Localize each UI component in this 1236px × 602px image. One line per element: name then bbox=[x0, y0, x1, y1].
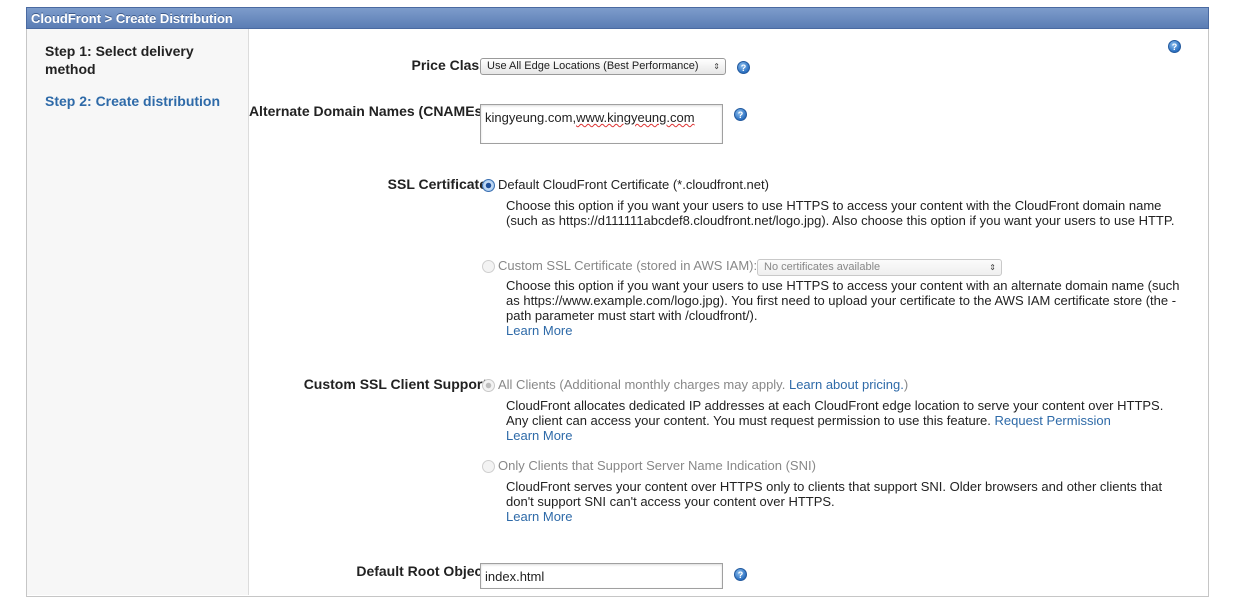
sni-learn-more-link[interactable]: Learn More bbox=[506, 509, 572, 524]
ssl-default-radio[interactable] bbox=[482, 179, 495, 192]
select-arrows-icon: ⇕ bbox=[989, 263, 996, 272]
request-permission-link[interactable]: Request Permission bbox=[995, 413, 1111, 428]
cnames-help-icon[interactable]: ? bbox=[734, 108, 747, 121]
learn-about-pricing-link[interactable]: Learn about pricing. bbox=[789, 377, 904, 392]
cnames-value-misspelled: www.kingyeung.com bbox=[576, 110, 695, 125]
cnames-value-prefix: kingyeung.com, bbox=[485, 110, 577, 125]
page-title: CloudFront > Create Distribution bbox=[31, 11, 233, 26]
ssl-custom-radio[interactable] bbox=[482, 260, 495, 273]
sni-clients-option-label[interactable]: Only Clients that Support Server Name In… bbox=[498, 458, 816, 474]
price-class-label: Price Class bbox=[411, 57, 488, 73]
page-help-icon[interactable]: ? bbox=[1168, 40, 1181, 53]
all-clients-option-label: All Clients (Additional monthly charges … bbox=[498, 377, 786, 392]
all-clients-radio[interactable] bbox=[482, 379, 495, 392]
sidebar-step-select-delivery[interactable]: Step 1: Select delivery method bbox=[45, 42, 235, 78]
cnames-textarea[interactable]: kingyeung.com,www.kingyeung.com bbox=[480, 104, 723, 144]
price-class-select[interactable]: Use All Edge Locations (Best Performance… bbox=[480, 58, 726, 75]
wizard-sidebar: Step 1: Select delivery method Step 2: C… bbox=[27, 29, 249, 595]
sni-clients-description-text: CloudFront serves your content over HTTP… bbox=[506, 479, 1163, 509]
price-class-value: Use All Edge Locations (Best Performance… bbox=[487, 60, 699, 72]
sidebar-step-create-distribution[interactable]: Step 2: Create distribution bbox=[45, 92, 235, 110]
price-class-help-icon[interactable]: ? bbox=[737, 61, 750, 74]
ssl-custom-description: Choose this option if you want your user… bbox=[506, 278, 1191, 338]
ssl-learn-more-link[interactable]: Learn More bbox=[506, 323, 572, 338]
page-header: CloudFront > Create Distribution bbox=[26, 7, 1209, 29]
ssl-custom-cert-select[interactable]: No certificates available ⇕ bbox=[757, 259, 1002, 276]
ssl-custom-cert-value: No certificates available bbox=[764, 261, 881, 273]
client-support-label: Custom SSL Client Support bbox=[303, 376, 487, 392]
ssl-custom-description-text: Choose this option if you want your user… bbox=[506, 278, 1180, 323]
all-clients-description: CloudFront allocates dedicated IP addres… bbox=[506, 398, 1176, 443]
cnames-label: Alternate Domain Names (CNAMEs) bbox=[248, 103, 487, 119]
sni-clients-radio[interactable] bbox=[482, 460, 495, 473]
ssl-custom-option-label[interactable]: Custom SSL Certificate (stored in AWS IA… bbox=[498, 258, 757, 274]
select-arrows-icon: ⇕ bbox=[713, 62, 720, 71]
root-object-input[interactable]: index.html bbox=[480, 563, 723, 589]
all-clients-option-close: ) bbox=[903, 377, 909, 392]
all-clients-option[interactable]: All Clients (Additional monthly charges … bbox=[498, 377, 908, 393]
all-clients-learn-more-link[interactable]: Learn More bbox=[506, 428, 572, 443]
root-object-help-icon[interactable]: ? bbox=[734, 568, 747, 581]
root-object-label: Default Root Object bbox=[356, 563, 487, 579]
ssl-default-option-label[interactable]: Default CloudFront Certificate (*.cloudf… bbox=[498, 177, 769, 193]
ssl-default-description: Choose this option if you want your user… bbox=[506, 198, 1175, 228]
sni-clients-description: CloudFront serves your content over HTTP… bbox=[506, 479, 1176, 524]
ssl-certificate-label: SSL Certificate bbox=[387, 176, 487, 192]
